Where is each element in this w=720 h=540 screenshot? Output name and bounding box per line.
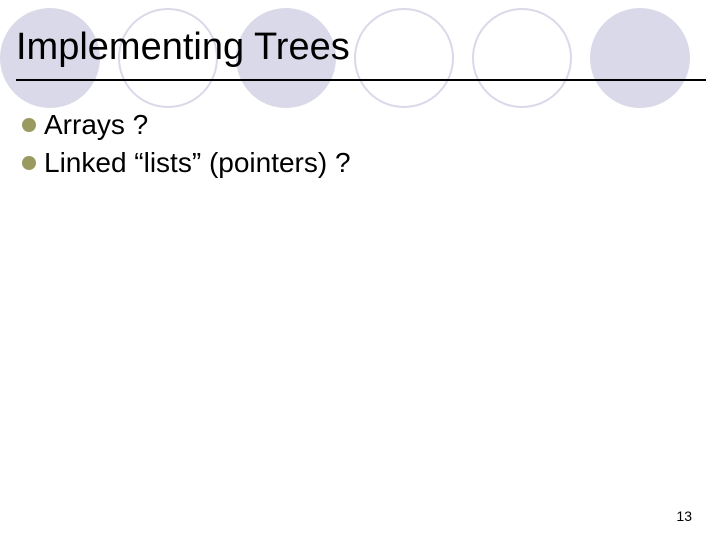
- list-item: Arrays ?: [22, 109, 720, 141]
- page-title: Implementing Trees: [16, 26, 720, 69]
- title-area: Implementing Trees: [0, 0, 720, 81]
- bullet-icon: [22, 156, 36, 170]
- bullet-text: Linked “lists” (pointers) ?: [44, 147, 351, 179]
- list-item: Linked “lists” (pointers) ?: [22, 147, 720, 179]
- bullet-text: Arrays ?: [44, 109, 148, 141]
- content-area: Arrays ? Linked “lists” (pointers) ?: [0, 81, 720, 179]
- page-number: 13: [676, 508, 692, 524]
- bullet-icon: [22, 118, 36, 132]
